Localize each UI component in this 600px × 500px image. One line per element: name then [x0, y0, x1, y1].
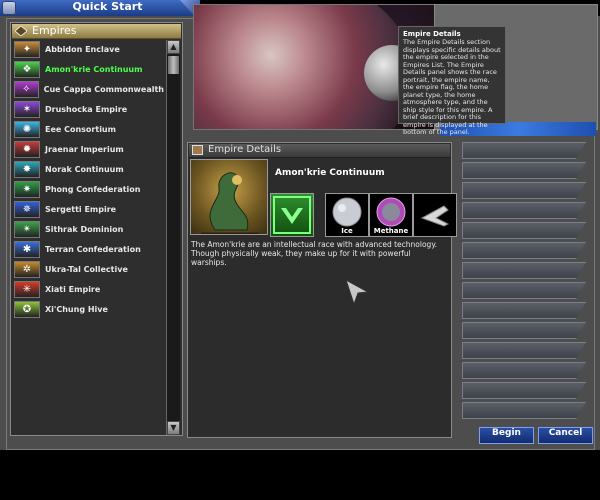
- xiati-emblem-icon: ✳: [14, 280, 40, 298]
- player-slot: [462, 262, 586, 279]
- planet-type-label: Ice: [341, 227, 353, 235]
- player-slot: [462, 222, 586, 239]
- empire-list-item-label: Abbidon Enclave: [45, 44, 120, 54]
- empire-list-item[interactable]: ✲ Ukra-Tal Collective: [12, 259, 164, 279]
- begin-button[interactable]: Begin: [479, 427, 534, 444]
- right-slots: [462, 142, 590, 422]
- empire-name: Amon'krie Continuum: [275, 168, 385, 178]
- tooltip-title: Empire Details: [403, 30, 461, 38]
- eee-emblem-icon: ✺: [14, 120, 40, 138]
- window-icon: [2, 1, 16, 15]
- player-slot: [462, 362, 586, 379]
- jraenar-emblem-icon: ✹: [14, 140, 40, 158]
- empire-list-item-label: Ukra-Tal Collective: [45, 264, 128, 274]
- empire-list-item[interactable]: ✵ Sergetti Empire: [12, 199, 164, 219]
- scroll-thumb[interactable]: [168, 56, 179, 74]
- flag-emblem-icon: [273, 196, 311, 234]
- empire-details-icon: [192, 145, 203, 155]
- tooltip: Empire Details The Empire Details sectio…: [398, 26, 506, 136]
- empire-list-item[interactable]: ✳ Xiati Empire: [12, 279, 164, 299]
- norak-emblem-icon: ✸: [14, 160, 40, 178]
- empire-details-title: Empire Details: [208, 144, 282, 155]
- atmosphere-label: Methane: [373, 227, 409, 235]
- empire-description: The Amon'krie are an intellectual race w…: [191, 240, 438, 267]
- empire-list-item-label: Eee Consortium: [45, 124, 116, 134]
- empire-list-item[interactable]: ✸ Norak Continuum: [12, 159, 164, 179]
- ship-icon: [420, 205, 450, 227]
- terran-emblem-icon: ✱: [14, 240, 40, 258]
- empire-list-item[interactable]: ✹ Jraenar Imperium: [12, 139, 164, 159]
- empire-list-item[interactable]: ✦ Abbidon Enclave: [12, 39, 164, 59]
- empire-flag: [270, 193, 314, 237]
- empires-list: ✦ Abbidon Enclave ❖ Amon'krie Continuum ✧ Cue…: [12, 39, 164, 319]
- ship-style-box: [413, 193, 457, 237]
- atmosphere-box: Methane: [369, 193, 413, 237]
- player-slot: [462, 342, 586, 359]
- player-slot: [462, 302, 586, 319]
- empire-list-item[interactable]: ✴ Sithrak Dominion: [12, 219, 164, 239]
- empire-list-item-label: Drushocka Empire: [45, 104, 128, 114]
- race-portrait-graphic: [201, 172, 259, 234]
- empire-list-item[interactable]: ❖ Amon'krie Continuum: [12, 59, 164, 79]
- mouse-cursor-icon: [345, 278, 370, 306]
- empire-list-item-label: Xiati Empire: [45, 284, 101, 294]
- xichung-emblem-icon: ✪: [14, 300, 40, 318]
- cuecappa-emblem-icon: ✧: [14, 80, 39, 98]
- player-slot: [462, 382, 586, 399]
- empire-list-item[interactable]: ✺ Eee Consortium: [12, 119, 164, 139]
- drushocka-emblem-icon: ✶: [14, 100, 40, 118]
- player-slot: [462, 182, 586, 199]
- player-slot: [462, 142, 586, 159]
- empire-list-item-label: Xi'Chung Hive: [45, 304, 108, 314]
- ukratal-emblem-icon: ✲: [14, 260, 40, 278]
- player-slot: [462, 282, 586, 299]
- window-title: Quick Start: [72, 0, 143, 13]
- empire-list-item[interactable]: ✪ Xi'Chung Hive: [12, 299, 164, 319]
- race-portrait: [190, 159, 268, 235]
- tooltip-body: The Empire Details section displays spec…: [403, 38, 501, 136]
- cancel-button[interactable]: Cancel: [538, 427, 593, 444]
- amonkrie-emblem-icon: ❖: [14, 60, 40, 78]
- abbidon-emblem-icon: ✦: [14, 40, 40, 58]
- player-slot: [462, 242, 586, 259]
- sithrak-emblem-icon: ✴: [14, 220, 40, 238]
- empire-list-item[interactable]: ✶ Drushocka Empire: [12, 99, 164, 119]
- empire-list-item-label: Sergetti Empire: [45, 204, 117, 214]
- empire-list-item[interactable]: ✱ Terran Confederation: [12, 239, 164, 259]
- empire-list-item[interactable]: ✷ Phong Confederation: [12, 179, 164, 199]
- player-slot: [462, 162, 586, 179]
- empire-list-item-label: Sithrak Dominion: [45, 224, 124, 234]
- player-slot: [462, 202, 586, 219]
- player-slot: [462, 402, 586, 419]
- empire-list-item-label: Jraenar Imperium: [45, 144, 124, 154]
- empire-list-item[interactable]: ✧ Cue Cappa Commonwealth: [12, 79, 164, 99]
- planet-type-box: Ice: [325, 193, 369, 237]
- empire-list-item-label: Norak Continuum: [45, 164, 124, 174]
- empire-list-item-label: Amon'krie Continuum: [45, 64, 143, 74]
- empire-list-item-label: Cue Cappa Commonwealth: [43, 84, 164, 94]
- empires-header-label: Empires: [32, 24, 77, 37]
- scroll-up-button[interactable]: ▲: [167, 40, 180, 54]
- scroll-down-button[interactable]: ▼: [167, 421, 180, 435]
- player-slot: [462, 322, 586, 339]
- sergetti-emblem-icon: ✵: [14, 200, 40, 218]
- empire-list-item-label: Terran Confederation: [45, 244, 141, 254]
- phong-emblem-icon: ✷: [14, 180, 40, 198]
- empires-scrollbar[interactable]: ▲ ▼: [166, 40, 180, 435]
- empires-header-icon: [15, 26, 27, 36]
- empire-list-item-label: Phong Confederation: [45, 184, 141, 194]
